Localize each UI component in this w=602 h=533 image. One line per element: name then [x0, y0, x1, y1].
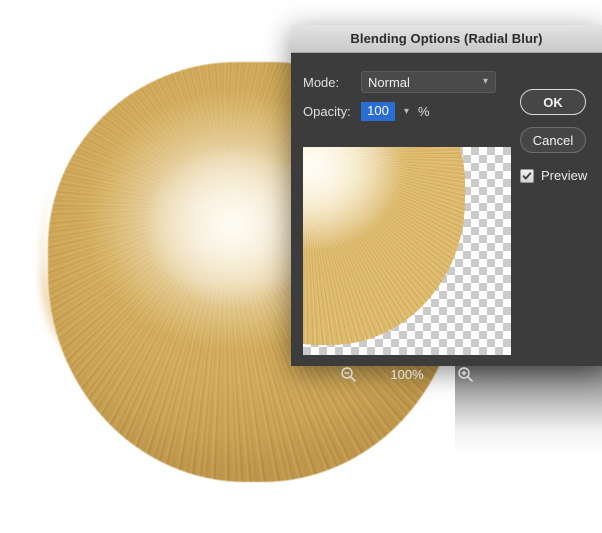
preview-fur-artwork [303, 147, 465, 345]
opacity-label: Opacity: [303, 104, 351, 119]
dialog-titlebar[interactable]: Blending Options (Radial Blur) [291, 25, 602, 53]
preview-thumbnail[interactable] [303, 147, 511, 355]
ok-button[interactable]: OK [520, 89, 586, 115]
zoom-level-label: 100% [390, 366, 424, 382]
screenshot-root: Blending Options (Radial Blur) Mode: Nor… [0, 0, 602, 533]
dialog-body: Mode: Normal ▾ Opacity: 100 ▾ % 100% OK … [291, 53, 602, 382]
checkmark-icon [522, 171, 532, 179]
preview-checkbox[interactable] [520, 168, 534, 183]
preview-checkbox-row[interactable]: Preview [520, 168, 587, 183]
cancel-button[interactable]: Cancel [520, 127, 586, 153]
ok-button-label: OK [543, 94, 563, 110]
magnifier-minus-icon[interactable] [340, 366, 357, 383]
preview-zoom-bar: 100% [303, 361, 511, 387]
magnifier-plus-icon[interactable] [457, 366, 474, 383]
blending-options-dialog: Blending Options (Radial Blur) Mode: Nor… [291, 25, 602, 382]
cancel-button-label: Cancel [532, 132, 574, 148]
opacity-unit-label: % [418, 104, 430, 119]
mode-select[interactable]: Normal ▾ [361, 71, 496, 93]
chevron-down-icon[interactable]: ▾ [404, 106, 409, 117]
mode-select-value: Normal [368, 74, 410, 90]
preview-checkbox-label: Preview [541, 168, 588, 183]
opacity-input-value: 100 [367, 103, 389, 118]
preview-fur-streaks-2 [303, 147, 465, 345]
mode-label: Mode: [303, 74, 340, 90]
opacity-input[interactable]: 100 [361, 102, 395, 121]
dialog-title: Blending Options (Radial Blur) [350, 31, 543, 46]
chevron-down-icon: ▾ [482, 76, 488, 87]
